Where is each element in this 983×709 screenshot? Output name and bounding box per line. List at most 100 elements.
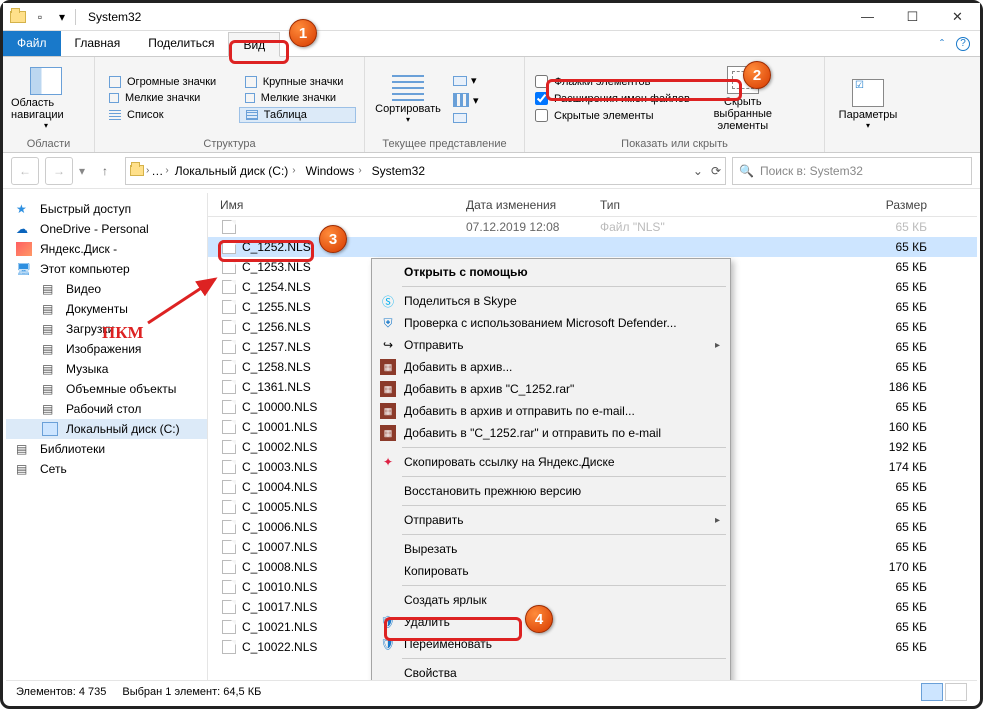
ctx-rar-mail[interactable]: ▦Добавить в "C_1252.rar" и отправить по … bbox=[374, 422, 728, 444]
sidebar-item[interactable]: ▤Рабочий стол bbox=[6, 399, 207, 419]
titlebar: ▫ ▾ System32 — ☐ ✕ bbox=[3, 3, 980, 31]
search-input[interactable]: 🔍Поиск в: System32 bbox=[732, 157, 972, 185]
col-size: Размер bbox=[830, 198, 977, 212]
file-icon bbox=[222, 340, 236, 354]
col-name: Имя bbox=[208, 198, 466, 212]
tab-home[interactable]: Главная bbox=[61, 31, 135, 56]
nav-sidebar: ★Быстрый доступ☁OneDrive - PersonalЯндек… bbox=[6, 193, 208, 680]
sidebar-item[interactable]: Локальный диск (C:) bbox=[6, 419, 207, 439]
folder-icon bbox=[9, 8, 27, 26]
nav-recent-icon[interactable]: ▾ bbox=[79, 164, 85, 178]
file-icon bbox=[222, 260, 236, 274]
qat-props-icon[interactable]: ▫ bbox=[31, 8, 49, 26]
file-icon bbox=[222, 360, 236, 374]
file-icon bbox=[222, 380, 236, 394]
nav-forward-button[interactable]: → bbox=[45, 157, 73, 185]
ctx-copy[interactable]: Копировать bbox=[374, 560, 728, 582]
annotation-pkm: ПКМ bbox=[102, 323, 144, 343]
callout-4: 4 bbox=[525, 605, 553, 633]
file-icon bbox=[222, 640, 236, 654]
address-dropdown-icon[interactable]: ⌄ bbox=[693, 164, 703, 178]
file-icon bbox=[222, 600, 236, 614]
crumb-3: System32 bbox=[368, 164, 429, 178]
view-large-button[interactable] bbox=[945, 683, 967, 701]
view-details-button[interactable] bbox=[921, 683, 943, 701]
tab-file[interactable]: Файл bbox=[3, 31, 61, 56]
col-type: Тип bbox=[600, 198, 830, 212]
ribbon-collapse-icon[interactable]: ˆ bbox=[940, 37, 944, 51]
close-button[interactable]: ✕ bbox=[935, 3, 980, 31]
layout-table[interactable]: Таблица bbox=[239, 107, 356, 123]
group-by-button[interactable]: ▾ bbox=[449, 73, 483, 88]
checkbox-hidden-items[interactable]: Скрытые элементы bbox=[533, 108, 692, 123]
layout-medium[interactable]: Мелкие значки bbox=[239, 91, 356, 105]
minimize-button[interactable]: — bbox=[845, 3, 890, 31]
file-icon bbox=[222, 620, 236, 634]
layout-huge[interactable]: Огромные значки bbox=[103, 75, 229, 89]
ribbon-tabs: Файл Главная Поделиться Вид ˆ ? bbox=[3, 31, 980, 57]
breadcrumb[interactable]: › …› Локальный диск (C:)› Windows› Syste… bbox=[125, 157, 726, 185]
sidebar-item[interactable]: ▤Объемные объекты bbox=[6, 379, 207, 399]
file-icon bbox=[222, 460, 236, 474]
sort-button[interactable]: Сортировать▾ bbox=[373, 73, 443, 124]
qat-dropdown-icon[interactable]: ▾ bbox=[53, 8, 71, 26]
sidebar-item[interactable]: ▤Библиотеки bbox=[6, 439, 207, 459]
ctx-yadisk-link[interactable]: ✦Скопировать ссылку на Яндекс.Диске bbox=[374, 451, 728, 473]
crumb-2: Windows› bbox=[302, 164, 366, 178]
tab-share[interactable]: Поделиться bbox=[134, 31, 228, 56]
ctx-restore[interactable]: Восстановить прежнюю версию bbox=[374, 480, 728, 502]
ctx-arch-mail[interactable]: ▦Добавить в архив и отправить по e-mail.… bbox=[374, 400, 728, 422]
crumb-1: Локальный диск (C:)› bbox=[171, 164, 300, 178]
help-icon[interactable]: ? bbox=[956, 37, 970, 51]
file-icon bbox=[222, 440, 236, 454]
ctx-open-with[interactable]: Открыть с помощью bbox=[374, 261, 728, 283]
callout-2: 2 bbox=[743, 61, 771, 89]
fit-columns-button[interactable] bbox=[449, 112, 483, 124]
layout-large[interactable]: Крупные значки bbox=[239, 75, 356, 89]
maximize-button[interactable]: ☐ bbox=[890, 3, 935, 31]
layout-list[interactable]: Список bbox=[103, 107, 229, 123]
sidebar-item[interactable]: ▤Музыка bbox=[6, 359, 207, 379]
file-icon bbox=[222, 500, 236, 514]
checkbox-item-flags[interactable]: Флажки элементов bbox=[533, 74, 692, 89]
search-icon: 🔍 bbox=[739, 164, 754, 178]
sidebar-item[interactable]: ★Быстрый доступ bbox=[6, 199, 207, 219]
address-bar: ← → ▾ ↑ › …› Локальный диск (C:)› Window… bbox=[3, 153, 980, 189]
ctx-share[interactable]: ↪Отправить bbox=[374, 334, 728, 356]
window-title: System32 bbox=[88, 10, 141, 24]
ctx-cut[interactable]: Вырезать bbox=[374, 538, 728, 560]
file-icon bbox=[222, 580, 236, 594]
file-icon bbox=[222, 520, 236, 534]
ribbon: Область навигации▾ Области Огромные знач… bbox=[3, 57, 980, 153]
ctx-send-to[interactable]: Отправить bbox=[374, 509, 728, 531]
tab-view[interactable]: Вид bbox=[228, 32, 280, 57]
file-icon bbox=[222, 480, 236, 494]
file-icon bbox=[222, 240, 236, 254]
ctx-rename[interactable]: 🛡Переименовать bbox=[374, 633, 728, 655]
ctx-add-rar[interactable]: ▦Добавить в архив "C_1252.rar" bbox=[374, 378, 728, 400]
status-bar: Элементов: 4 735 Выбран 1 элемент: 64,5 … bbox=[6, 680, 977, 703]
refresh-icon[interactable]: ⟳ bbox=[711, 164, 721, 178]
nav-pane-button[interactable]: Область навигации▾ bbox=[11, 67, 81, 130]
callout-1: 1 bbox=[289, 19, 317, 47]
sidebar-item[interactable]: ☁OneDrive - Personal bbox=[6, 219, 207, 239]
options-button[interactable]: Параметры▾ bbox=[833, 79, 903, 130]
ctx-shortcut[interactable]: Создать ярлык bbox=[374, 589, 728, 611]
col-date: Дата изменения bbox=[466, 198, 600, 212]
checkbox-file-extensions[interactable]: Расширения имен файлов bbox=[533, 91, 692, 106]
column-headers[interactable]: Имя Дата изменения Тип Размер bbox=[208, 193, 977, 217]
file-icon bbox=[222, 540, 236, 554]
callout-3: 3 bbox=[319, 225, 347, 253]
sidebar-item[interactable]: ▤Сеть bbox=[6, 459, 207, 479]
file-icon bbox=[222, 420, 236, 434]
nav-back-button[interactable]: ← bbox=[11, 157, 39, 185]
ctx-add-archive[interactable]: ▦Добавить в архив... bbox=[374, 356, 728, 378]
file-icon bbox=[222, 400, 236, 414]
ctx-skype[interactable]: ⓈПоделиться в Skype bbox=[374, 290, 728, 312]
annotation-arrow bbox=[143, 273, 233, 336]
add-columns-button[interactable]: ▾ bbox=[449, 92, 483, 108]
ctx-defender[interactable]: ⛨Проверка с использованием Microsoft Def… bbox=[374, 312, 728, 334]
sidebar-item[interactable]: Яндекс.Диск - bbox=[6, 239, 207, 259]
nav-up-button[interactable]: ↑ bbox=[91, 157, 119, 185]
layout-small[interactable]: Мелкие значки bbox=[103, 91, 229, 105]
